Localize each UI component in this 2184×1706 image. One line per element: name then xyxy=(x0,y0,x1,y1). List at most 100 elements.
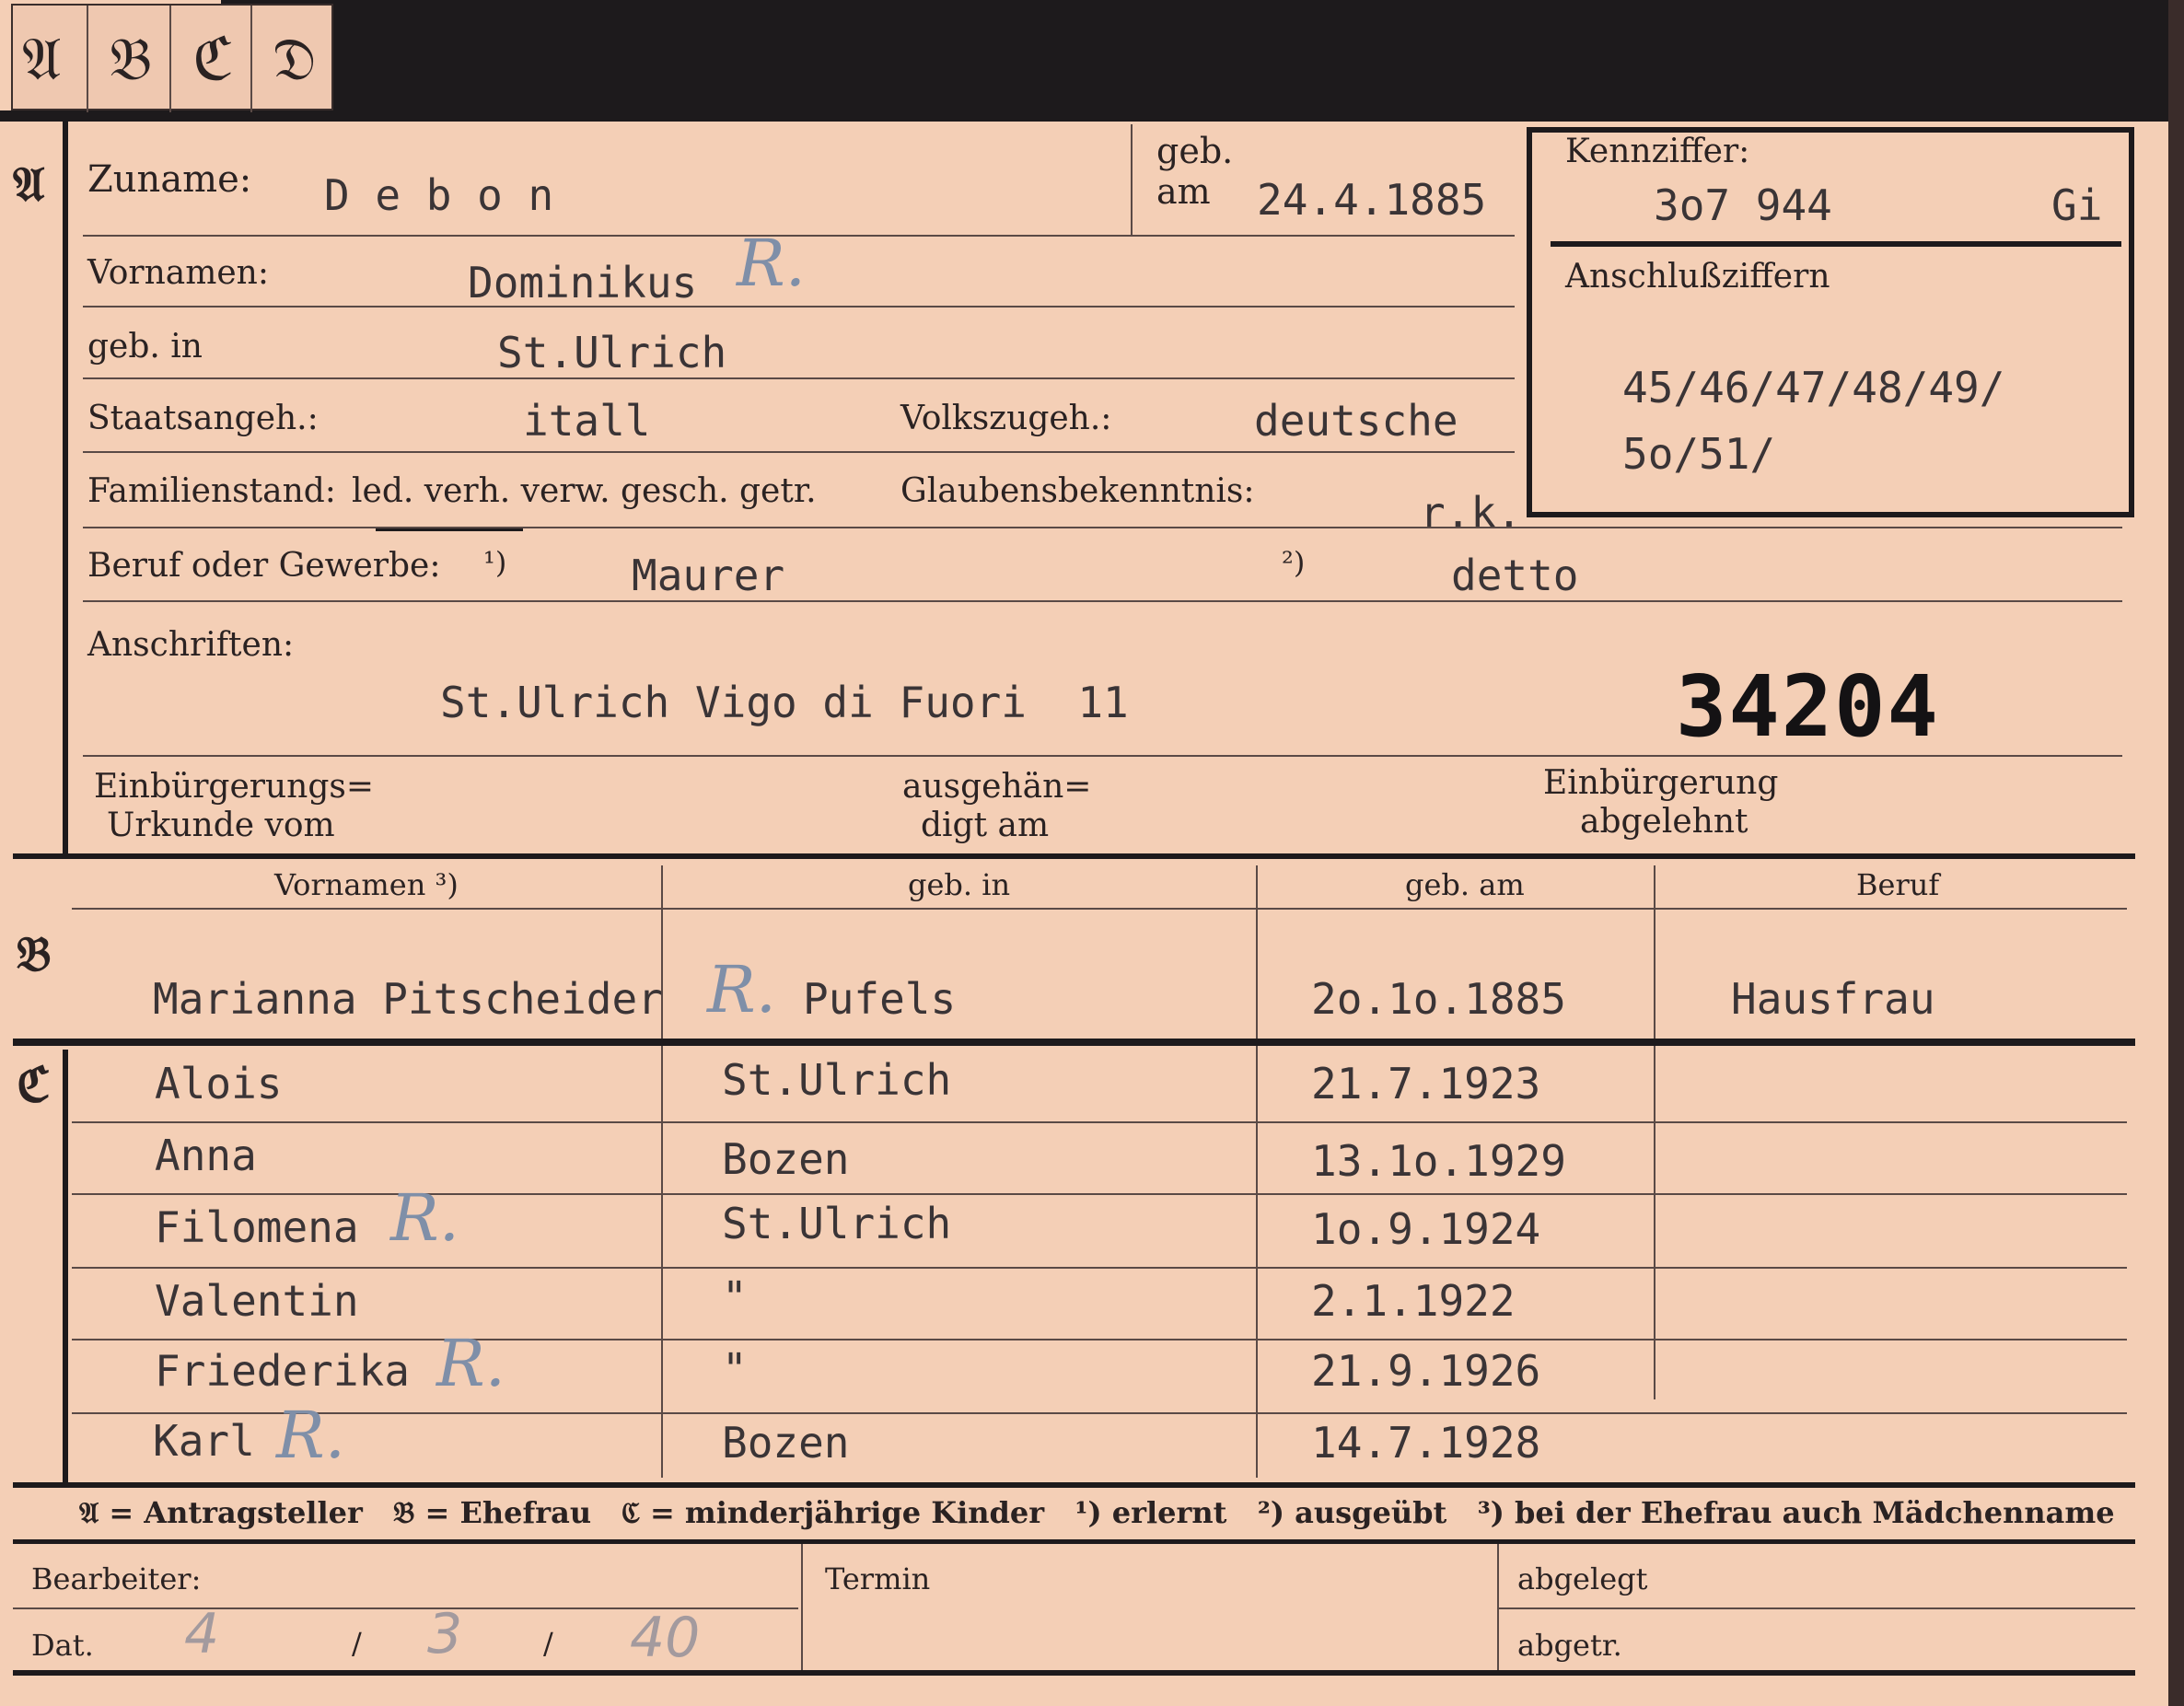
child-date: 21.7.1923 xyxy=(1311,1059,1541,1108)
address-value: St.Ulrich Vigo di Fuori 11 xyxy=(440,678,1129,727)
child-place: " xyxy=(722,1272,748,1322)
child-date: 21.9.1926 xyxy=(1311,1346,1541,1396)
birthplace-value: St.Ulrich xyxy=(497,328,727,377)
handed-label-1: ausgehän= xyxy=(902,768,1092,806)
legend-top-rule xyxy=(13,1482,2135,1488)
r-mark-child: R. xyxy=(436,1326,505,1401)
header-occupation: Beruf xyxy=(1856,867,1940,902)
date-sep-1: / xyxy=(352,1626,362,1661)
col-line-3 xyxy=(1654,865,1655,1399)
given-names-value: Dominikus xyxy=(468,258,698,308)
id-box: Kennziffer: 3o7 944 Gi Anschlußziffern 4… xyxy=(1527,127,2134,517)
date-day: 4 xyxy=(184,1602,220,1666)
col-line-1 xyxy=(661,865,663,1478)
id-number: 3o7 944 xyxy=(1654,180,1832,230)
top-band xyxy=(221,0,2184,122)
handed-label-2: digt am xyxy=(921,807,1050,844)
stamp-number: 34204 xyxy=(1676,657,1940,756)
given-names-label: Vornamen: xyxy=(87,254,269,292)
tab-strip: 𝔄 𝔅 ℭ 𝔇 xyxy=(11,4,333,112)
divider-b-c xyxy=(13,1039,2135,1046)
tab-a[interactable]: 𝔄 xyxy=(22,26,61,94)
section-b-letter: 𝔅 xyxy=(17,926,52,982)
child-place: Bozen xyxy=(722,1418,850,1468)
address-label: Anschriften: xyxy=(87,626,295,664)
occupation-label: Beruf oder Gewerbe: xyxy=(87,547,441,585)
child-place: St.Ulrich xyxy=(722,1199,952,1248)
child-name: Filomena xyxy=(155,1202,359,1252)
rejected-label-1: Einbürgerung xyxy=(1543,764,1779,802)
naturalization-label-2: Urkunde vom xyxy=(107,807,335,844)
child-name: Karl xyxy=(153,1416,255,1466)
connect-line-2: 5o/51/ xyxy=(1622,429,1776,479)
footnote-2: ²) xyxy=(1282,545,1306,580)
child-date: 13.1o.1929 xyxy=(1311,1136,1566,1186)
child-date: 1o.9.1924 xyxy=(1311,1204,1541,1254)
tab-d[interactable]: 𝔇 xyxy=(273,26,317,94)
left-rule xyxy=(63,122,68,858)
divider-a-b xyxy=(13,853,2135,859)
spouse-job: Hausfrau xyxy=(1731,974,1935,1024)
date-year: 40 xyxy=(630,1606,701,1670)
connect-label: Anschlußziffern xyxy=(1565,258,1830,296)
sent-label: abgetr. xyxy=(1517,1628,1622,1663)
child-date: 14.7.1928 xyxy=(1311,1418,1541,1468)
birthplace-label: geb. in xyxy=(87,328,203,366)
id-label: Kennziffer: xyxy=(1565,133,1750,170)
date-month: 3 xyxy=(427,1602,463,1666)
marital-label: Familienstand: xyxy=(87,472,336,510)
child-name: Anna xyxy=(155,1131,257,1180)
footer-col-1 xyxy=(801,1544,803,1673)
r-mark-child: R. xyxy=(276,1398,345,1473)
tab-c[interactable]: ℭ xyxy=(192,26,234,94)
religion-value: r.k. xyxy=(1420,488,1522,538)
surname-divider xyxy=(1131,124,1133,235)
ethnicity-label: Volkszugeh.: xyxy=(900,400,1112,437)
deadline-label: Termin xyxy=(825,1561,931,1596)
citizenship-label: Staatsangeh.: xyxy=(87,400,319,437)
col-line-2 xyxy=(1256,865,1258,1478)
section-c-letter: ℭ xyxy=(17,1057,51,1113)
tab-b[interactable]: 𝔅 xyxy=(110,26,152,94)
footnote-1: ¹) xyxy=(483,545,507,580)
r-mark-given: R. xyxy=(737,226,806,301)
bottom-rule xyxy=(13,1670,2135,1676)
child-name: Alois xyxy=(155,1059,283,1108)
header-birthplace: geb. in xyxy=(908,867,1011,902)
date-label: Dat. xyxy=(31,1628,94,1663)
citizenship-value: itall xyxy=(523,396,651,446)
spouse-place: Pufels xyxy=(803,974,957,1024)
child-name: Valentin xyxy=(155,1276,359,1326)
section-a-letter: 𝔄 xyxy=(13,157,45,213)
spouse-name: Marianna Pitscheider xyxy=(153,974,663,1024)
left-rule-c xyxy=(63,1050,68,1482)
child-place: St.Ulrich xyxy=(722,1055,952,1105)
spouse-date: 2o.1o.1885 xyxy=(1311,974,1566,1024)
occupation-2: detto xyxy=(1451,551,1579,600)
occupation-1: Maurer xyxy=(632,551,785,600)
header-birthdate: geb. am xyxy=(1405,867,1525,902)
legend: 𝔄 = Antragsteller 𝔅 = Ehefrau ℭ = minder… xyxy=(79,1495,2115,1530)
surname-label: Zuname: xyxy=(87,158,252,201)
id-suffix: Gi xyxy=(2051,180,2103,230)
clerk-label: Bearbeiter: xyxy=(31,1561,202,1596)
surname-value: D e b o n xyxy=(324,170,554,220)
header-given-names: Vornamen ³) xyxy=(274,867,459,902)
r-mark-spouse: R. xyxy=(707,952,776,1027)
rejected-label-2: abgelehnt xyxy=(1580,803,1748,841)
ethnicity-value: deutsche xyxy=(1254,396,1458,446)
r-mark-child: R. xyxy=(390,1180,459,1256)
filed-label: abgelegt xyxy=(1517,1561,1648,1596)
marital-underline xyxy=(376,528,523,531)
marital-options: led. verh. verw. gesch. getr. xyxy=(352,472,817,510)
religion-label: Glaubensbekenntnis: xyxy=(900,472,1255,510)
child-date: 2.1.1922 xyxy=(1311,1276,1516,1326)
born-label-2: am xyxy=(1156,171,1211,212)
naturalization-label-1: Einbürgerungs= xyxy=(94,768,375,806)
legend-bottom-rule xyxy=(13,1539,2135,1544)
right-edge xyxy=(2168,0,2184,1706)
child-place: Bozen xyxy=(722,1134,850,1184)
date-sep-2: / xyxy=(543,1626,553,1661)
top-band-left xyxy=(0,110,2184,122)
connect-line-1: 45/46/47/48/49/ xyxy=(1622,363,2005,412)
